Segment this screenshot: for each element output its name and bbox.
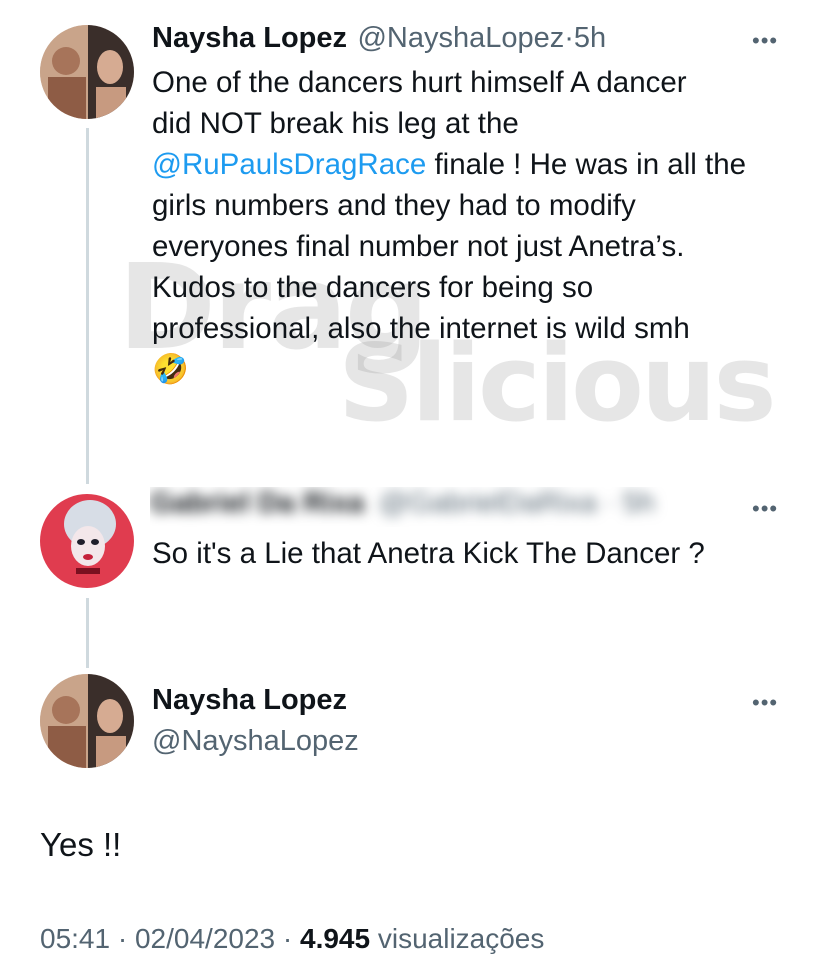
- tweet-line: professional, also the internet is wild …: [152, 312, 690, 345]
- more-options-icon[interactable]: •••: [752, 692, 778, 714]
- tweet-date[interactable]: 02/04/2023: [135, 923, 275, 954]
- author-name[interactable]: Naysha Lopez: [152, 22, 347, 54]
- avatar[interactable]: [40, 674, 134, 768]
- separator-dot: ·: [282, 923, 293, 954]
- tweet-line: girls numbers and they had to modify: [152, 189, 636, 222]
- time-ago[interactable]: 5h: [574, 22, 606, 54]
- tweet-time[interactable]: 05:41: [40, 923, 110, 954]
- blurred-author-name[interactable]: Gabriel Da Rixa: [150, 487, 364, 519]
- author-handle[interactable]: @NayshaLopez: [152, 725, 359, 758]
- thread-line: [86, 128, 89, 484]
- tweet-line: @RuPaulsDragRace finale ! He was in all …: [152, 144, 802, 185]
- tweet-line-rest: finale ! He was in all the: [426, 148, 747, 181]
- avatar[interactable]: [40, 25, 134, 119]
- author-handle[interactable]: @NayshaLopez: [357, 22, 564, 54]
- avatar[interactable]: [40, 494, 134, 588]
- tweet-text: Yes !!: [40, 826, 122, 863]
- more-options-icon[interactable]: •••: [752, 30, 778, 52]
- tweet-line: did NOT break his leg at the: [152, 107, 519, 140]
- blurred-author-handle[interactable]: @GabrielDaRixa · 5h: [379, 487, 655, 519]
- views-label: visualizações: [377, 923, 545, 954]
- thread-line: [86, 598, 89, 668]
- tweet-text: One of the dancers hurt himself A dancer…: [152, 62, 802, 390]
- views-count: 4.945: [300, 923, 371, 954]
- separator-dot: ·: [564, 22, 574, 54]
- author-name[interactable]: Naysha Lopez: [152, 684, 347, 717]
- tweet-line: everyones final number not just Anetra’s…: [152, 230, 685, 263]
- emoji-rofl-icon: 🤣: [152, 352, 189, 386]
- reply-text: So it's a Lie that Anetra Kick The Dance…: [152, 537, 705, 570]
- tweet-line: One of the dancers hurt himself A dancer: [152, 66, 687, 99]
- tweet-metadata: 05:41 · 02/04/2023 · 4.945 visualizações: [40, 923, 544, 955]
- more-options-icon[interactable]: •••: [752, 498, 778, 520]
- mention-link[interactable]: @RuPaulsDragRace: [152, 148, 426, 181]
- separator-dot: ·: [117, 923, 128, 954]
- tweet-line: Kudos to the dancers for being so: [152, 271, 594, 304]
